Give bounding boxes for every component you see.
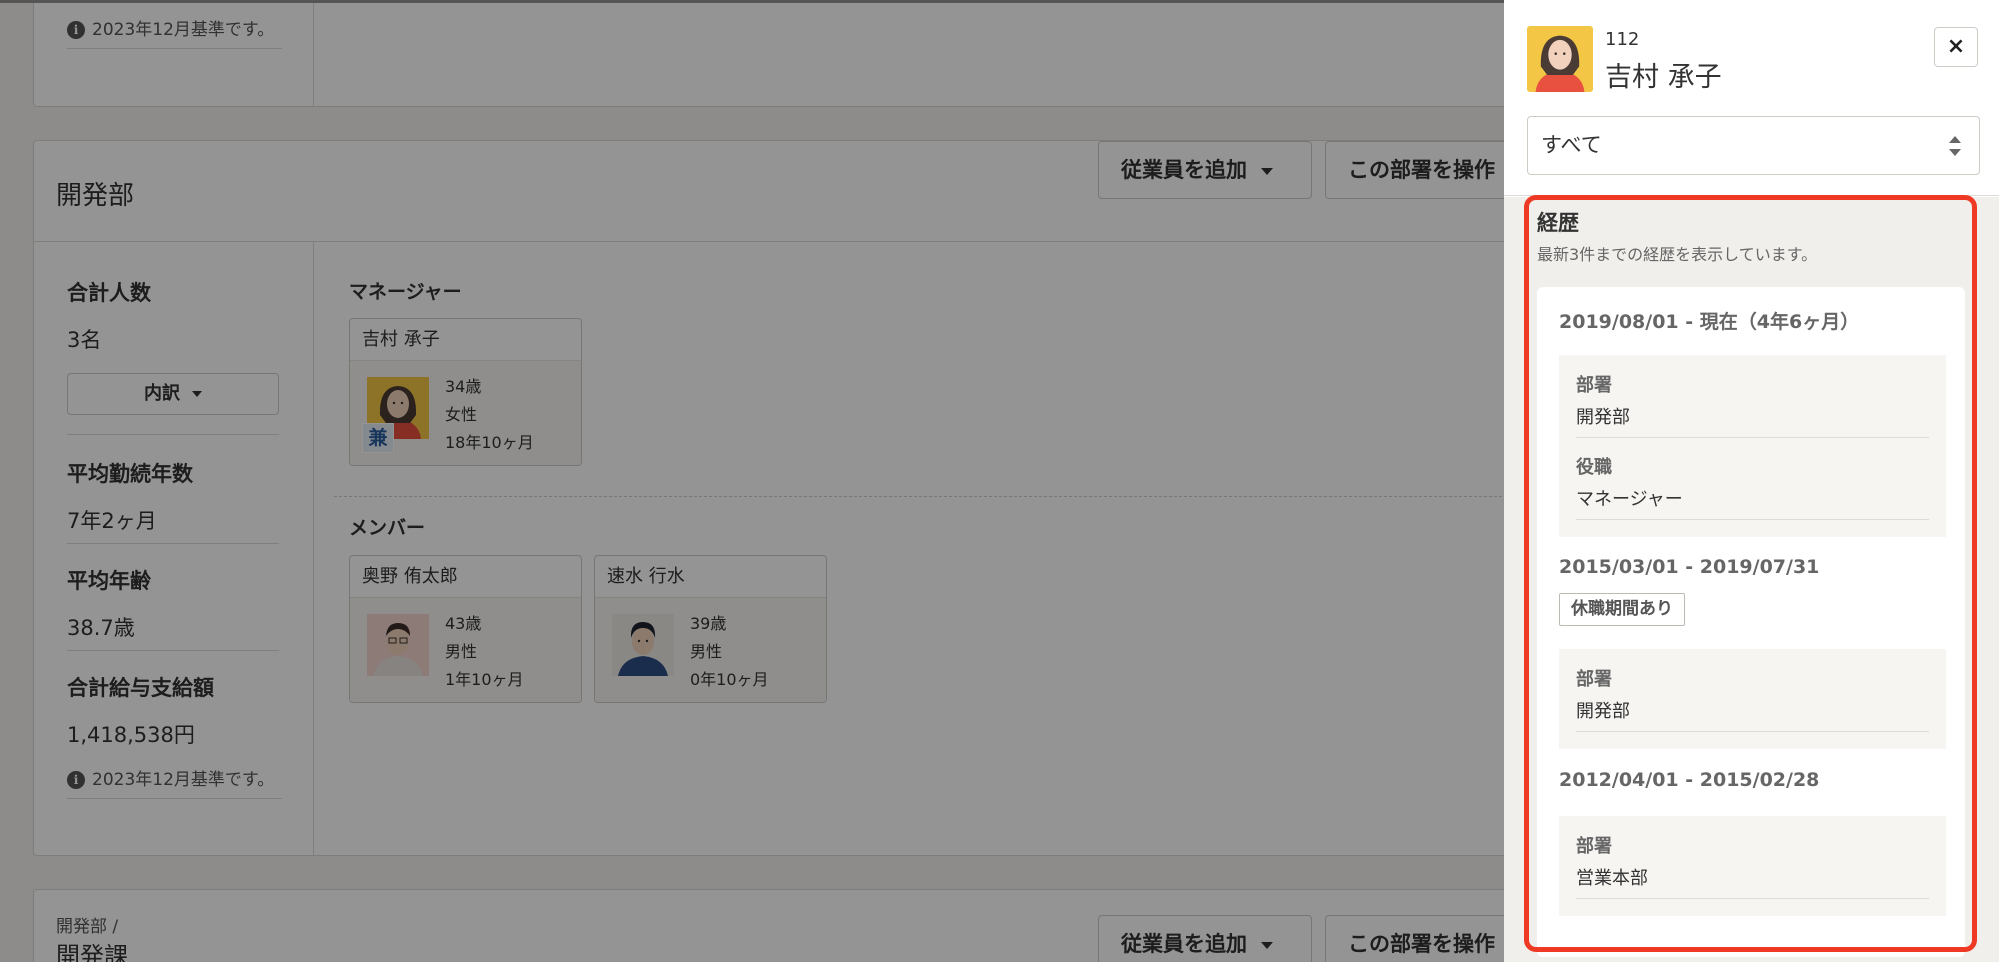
- employee-avatar: [1527, 26, 1593, 92]
- modal-overlay[interactable]: [0, 0, 1504, 962]
- top-border: [0, 0, 1504, 3]
- close-icon: ×: [1946, 34, 1966, 59]
- employee-number: 112: [1605, 29, 1640, 50]
- select-arrows-icon: [1949, 136, 1961, 156]
- highlight-frame: [1524, 195, 1977, 952]
- close-button[interactable]: ×: [1934, 27, 1978, 67]
- panel-header: 112 吉村 承子 × すべて: [1504, 0, 1999, 196]
- employee-name: 吉村 承子: [1605, 62, 1722, 93]
- history-filter-select[interactable]: すべて: [1527, 116, 1980, 175]
